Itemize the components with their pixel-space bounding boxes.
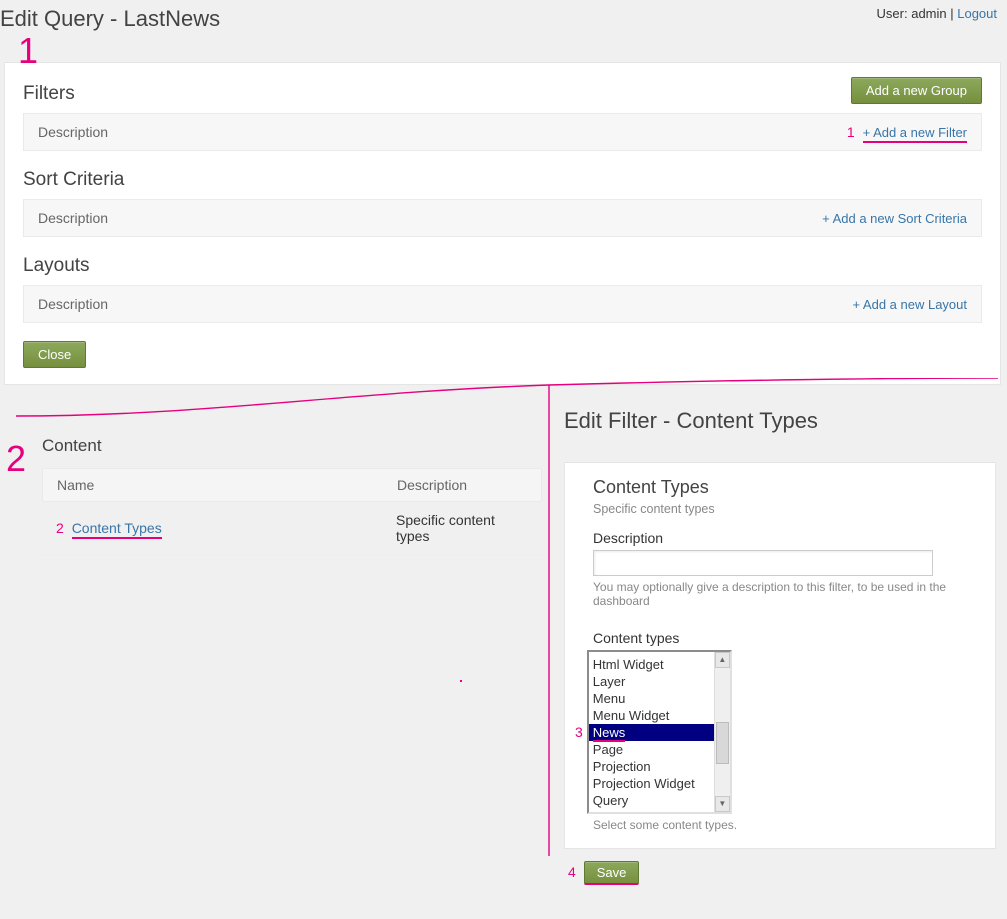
edit-filter-title: Edit Filter - Content Types bbox=[564, 408, 996, 434]
col-desc: Description bbox=[397, 477, 527, 493]
option-layer[interactable]: Layer bbox=[589, 673, 714, 690]
annotation-1: 1 bbox=[18, 30, 38, 72]
add-filter-link[interactable]: + Add a new Filter bbox=[863, 125, 967, 143]
scrollbar[interactable]: ▲ ▼ bbox=[714, 652, 730, 812]
content-types-link[interactable]: Content Types bbox=[72, 520, 162, 539]
content-table-head: Name Description bbox=[42, 468, 542, 502]
layouts-desc: Description bbox=[38, 296, 108, 312]
option-projection-widget[interactable]: Projection Widget bbox=[589, 775, 714, 792]
annotation-small-4: 4 bbox=[568, 864, 576, 880]
close-button[interactable]: Close bbox=[23, 341, 86, 368]
description-hint: You may optionally give a description to… bbox=[593, 580, 975, 608]
add-sort-link[interactable]: + Add a new Sort Criteria bbox=[822, 211, 967, 226]
edit-filter-card: Content Types Specific content types Des… bbox=[564, 462, 996, 849]
page-title: Edit Query - LastNews bbox=[0, 6, 997, 32]
option-query-link[interactable]: Query Link bbox=[589, 809, 714, 814]
user-area: User: admin | Logout bbox=[877, 6, 997, 21]
sort-bar: Description + Add a new Sort Criteria bbox=[23, 199, 982, 237]
option-query[interactable]: Query bbox=[589, 792, 714, 809]
annotation-2: 2 bbox=[6, 438, 26, 480]
option-news[interactable]: News bbox=[589, 724, 714, 741]
annotation-small-3: 3 bbox=[575, 724, 583, 740]
filter-card-title: Content Types bbox=[593, 477, 975, 498]
row-desc: Specific content types bbox=[396, 512, 528, 544]
filter-card-sub: Specific content types bbox=[593, 502, 975, 516]
option-html-widget[interactable]: Html Widget bbox=[589, 656, 714, 673]
save-button[interactable]: Save bbox=[584, 861, 640, 885]
scroll-thumb[interactable] bbox=[716, 722, 729, 764]
annotation-small-2: 2 bbox=[56, 520, 64, 536]
add-layout-link[interactable]: + Add a new Layout bbox=[852, 297, 967, 312]
option-projection[interactable]: Projection bbox=[589, 758, 714, 775]
user-label: User: admin bbox=[877, 6, 947, 21]
filters-title: Filters bbox=[23, 83, 75, 105]
dot-marker bbox=[460, 680, 462, 682]
content-types-hint: Select some content types. bbox=[593, 818, 975, 832]
option-page[interactable]: Page bbox=[589, 741, 714, 758]
annotation-small-1: 1 bbox=[847, 124, 855, 140]
description-label: Description bbox=[593, 530, 975, 546]
edit-filter-panel: Edit Filter - Content Types Content Type… bbox=[560, 404, 1000, 897]
layouts-title: Layouts bbox=[23, 255, 982, 277]
sort-desc: Description bbox=[38, 210, 108, 226]
table-row: 2 Content Types Specific content types bbox=[42, 502, 542, 555]
content-types-label: Content types bbox=[593, 630, 975, 646]
query-editor-card: Filters Add a new Group Description 1 + … bbox=[4, 62, 1001, 385]
add-group-button[interactable]: Add a new Group bbox=[851, 77, 982, 104]
scroll-up-icon[interactable]: ▲ bbox=[715, 652, 730, 668]
description-input[interactable] bbox=[593, 550, 933, 576]
option-menu[interactable]: Menu bbox=[589, 690, 714, 707]
logout-link[interactable]: Logout bbox=[957, 6, 997, 21]
layouts-bar: Description + Add a new Layout bbox=[23, 285, 982, 323]
filters-desc: Description bbox=[38, 124, 108, 140]
page-header: Edit Query - LastNews User: admin | Logo… bbox=[0, 0, 1007, 62]
scroll-down-icon[interactable]: ▼ bbox=[715, 796, 730, 812]
col-name: Name bbox=[57, 477, 397, 493]
filters-bar: Description 1 + Add a new Filter bbox=[23, 113, 982, 151]
content-types-select[interactable]: Html Menu ItemHtml WidgetLayerMenuMenu W… bbox=[587, 650, 732, 814]
option-menu-widget[interactable]: Menu Widget bbox=[589, 707, 714, 724]
content-title: Content bbox=[42, 436, 542, 456]
sort-title: Sort Criteria bbox=[23, 169, 982, 191]
content-panel: Content Name Description 2 Content Types… bbox=[42, 436, 542, 555]
